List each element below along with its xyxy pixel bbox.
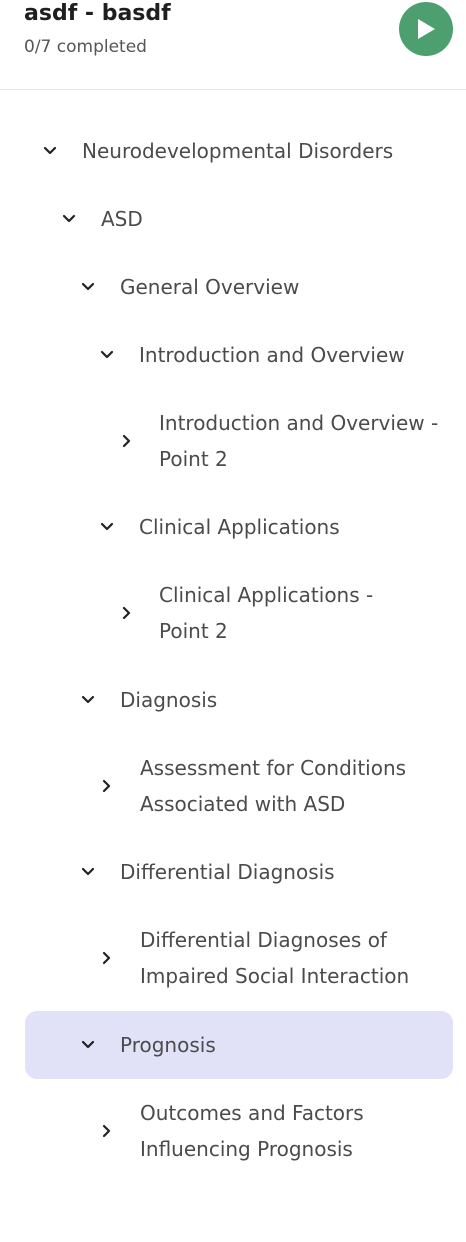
tree-item-asd[interactable]: ASD	[25, 196, 453, 242]
tree-item-differential-diagnoses-social[interactable]: Differential Diagnoses of Impaired Socia…	[25, 917, 453, 999]
tree-item-label: Assessment for Conditions Associated wit…	[140, 756, 407, 816]
play-button[interactable]	[399, 2, 453, 56]
chevron-down-icon[interactable]	[79, 1036, 97, 1054]
tree-item-label: Clinical Applications - Point 2	[159, 583, 374, 643]
tree-item-introduction-and-overview[interactable]: Introduction and Overview	[25, 332, 453, 378]
tree-item-diagnosis[interactable]: Diagnosis	[25, 677, 453, 723]
chevron-down-icon[interactable]	[79, 691, 97, 709]
chevron-right-icon[interactable]	[98, 1122, 116, 1140]
chevron-right-icon[interactable]	[118, 604, 136, 622]
tree-item-label: ASD	[101, 207, 143, 231]
tree-item-assessment-for-conditions[interactable]: Assessment for Conditions Associated wit…	[25, 745, 453, 827]
tree-item-label: Introduction and Overview	[139, 343, 405, 367]
chevron-down-icon[interactable]	[41, 142, 59, 160]
chevron-down-icon[interactable]	[98, 346, 116, 364]
chevron-down-icon[interactable]	[60, 210, 78, 228]
tree-item-label: Clinical Applications	[139, 515, 340, 539]
tree-item-clinical-applications[interactable]: Clinical Applications	[25, 504, 453, 550]
tree-item-outcomes-and-factors[interactable]: Outcomes and Factors Influencing Prognos…	[25, 1090, 453, 1172]
tree-item-clinical-applications-point-2[interactable]: Clinical Applications - Point 2	[25, 572, 453, 654]
tree-item-label: General Overview	[120, 275, 300, 299]
tree-item-general-overview[interactable]: General Overview	[25, 264, 453, 310]
tree-item-prognosis[interactable]: Prognosis	[25, 1011, 453, 1079]
tree-item-label: Differential Diagnosis	[120, 860, 335, 884]
tree-item-neurodevelopmental-disorders[interactable]: Neurodevelopmental Disorders	[25, 128, 453, 174]
lesson-header: asdf - basdf 0/7 completed	[0, 0, 466, 90]
completion-status: 0/7 completed	[24, 37, 147, 57]
chevron-down-icon[interactable]	[98, 518, 116, 536]
tree-item-label: Prognosis	[120, 1033, 216, 1057]
tree-item-label: Neurodevelopmental Disorders	[82, 139, 394, 163]
chevron-down-icon[interactable]	[79, 278, 97, 296]
tree-item-label: Outcomes and Factors Influencing Prognos…	[140, 1101, 364, 1161]
lesson-title: asdf - basdf	[24, 1, 171, 26]
tree-item-label: Differential Diagnoses of Impaired Socia…	[140, 928, 410, 988]
chevron-right-icon[interactable]	[98, 949, 116, 967]
tree-item-label: Introduction and Overview - Point 2	[159, 411, 439, 471]
tree-item-introduction-and-overview-point-2[interactable]: Introduction and Overview - Point 2	[25, 400, 453, 482]
chevron-right-icon[interactable]	[98, 777, 116, 795]
tree-item-label: Diagnosis	[120, 688, 218, 712]
play-icon	[418, 19, 435, 39]
chevron-down-icon[interactable]	[79, 863, 97, 881]
tree-item-differential-diagnosis[interactable]: Differential Diagnosis	[25, 849, 453, 895]
chevron-right-icon[interactable]	[118, 432, 136, 450]
